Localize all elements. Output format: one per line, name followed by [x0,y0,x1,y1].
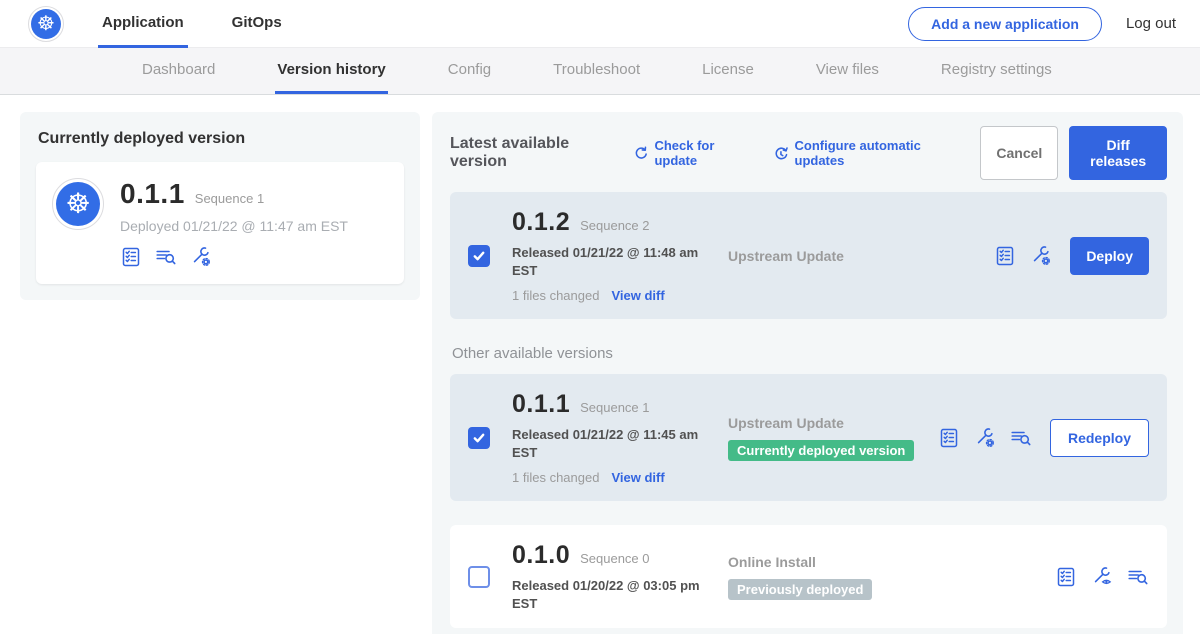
view-config-icon[interactable] [1091,566,1113,588]
version-number: 0.1.0 [512,541,570,570]
version-row-0-1-0: 0.1.0 Sequence 0 Released 01/20/22 @ 03:… [450,525,1167,628]
version-number: 0.1.2 [512,208,570,237]
deployed-sequence-label: Sequence 1 [195,191,264,206]
released-timestamp: Released 01/21/22 @ 11:48 am EST [512,244,704,279]
version-number: 0.1.1 [512,390,570,419]
edit-config-icon[interactable] [190,246,212,268]
version-info: 0.1.0 Sequence 0 Released 01/20/22 @ 03:… [512,541,724,612]
deploy-logs-icon[interactable] [1127,566,1149,588]
check-for-update-link[interactable]: Check for update [633,138,751,168]
latest-version-header: Latest available version Check for updat… [450,126,1167,180]
deployed-action-icons [120,246,348,268]
version-actions: Redeploy [938,419,1149,457]
source-label: Online Install [728,554,1055,570]
subnav-registry-settings[interactable]: Registry settings [939,48,1054,94]
add-application-button[interactable]: Add a new application [908,7,1102,41]
app-logo: ☸ [28,6,64,42]
released-timestamp: Released 01/20/22 @ 03:05 pm EST [512,577,704,612]
subnav-dashboard[interactable]: Dashboard [140,48,217,94]
version-actions: Deploy [994,237,1149,275]
files-changed-label: 1 files changed [512,470,599,485]
currently-deployed-badge: Currently deployed version [728,440,914,461]
tab-application[interactable]: Application [98,0,188,48]
top-nav: ☸ Application GitOps Add a new applicati… [0,0,1200,48]
version-checkbox[interactable] [468,566,490,588]
version-info: 0.1.1 Sequence 1 Released 01/21/22 @ 11:… [512,390,724,485]
deployed-timestamp: Deployed 01/21/22 @ 11:47 am EST [120,218,348,234]
refresh-icon [633,145,648,162]
subnav-troubleshoot[interactable]: Troubleshoot [551,48,642,94]
main-content: Currently deployed version ☸ 0.1.1 Seque… [0,95,1200,634]
released-timestamp: Released 01/21/22 @ 11:45 am EST [512,426,704,461]
row-spacer [450,501,1167,525]
latest-version-title: Latest available version [450,135,615,171]
deployed-card-title: Currently deployed version [38,130,404,148]
admin-console: ☸ Application GitOps Add a new applicati… [0,0,1200,634]
version-row-0-1-2: 0.1.2 Sequence 2 Released 01/21/22 @ 11:… [450,192,1167,319]
preflight-checks-icon[interactable] [120,246,142,268]
version-info: 0.1.2 Sequence 2 Released 01/21/22 @ 11:… [512,208,724,303]
checkmark-icon [472,249,486,263]
deploy-button[interactable]: Deploy [1070,237,1149,275]
view-diff-link[interactable]: View diff [611,288,664,303]
top-tabs: Application GitOps [98,0,326,48]
version-history-panel: Latest available version Check for updat… [432,112,1183,634]
tab-gitops[interactable]: GitOps [228,0,286,48]
previously-deployed-badge: Previously deployed [728,579,872,600]
deploy-logs-icon[interactable] [1010,427,1032,449]
version-row-0-1-1: 0.1.1 Sequence 1 Released 01/21/22 @ 11:… [450,374,1167,501]
configure-updates-label: Configure automatic updates [795,138,959,168]
logout-link[interactable]: Log out [1126,15,1176,32]
subnav-config[interactable]: Config [446,48,493,94]
deployed-version-number: 0.1.1 [120,178,185,210]
subnav-version-history[interactable]: Version history [275,48,387,94]
preflight-checks-icon[interactable] [994,245,1016,267]
preflight-checks-icon[interactable] [938,427,960,449]
other-versions-title: Other available versions [452,345,1167,362]
version-source: Online Install Previously deployed [724,554,1055,600]
configure-updates-link[interactable]: Configure automatic updates [773,138,958,168]
top-nav-right: Add a new application Log out [908,7,1176,41]
check-for-update-label: Check for update [654,138,751,168]
sequence-label: Sequence 2 [580,218,649,233]
app-logo: ☸ [52,178,104,230]
header-actions: Cancel Diff releases [980,126,1167,180]
view-diff-link[interactable]: View diff [611,470,664,485]
auto-update-clock-icon [773,145,788,162]
redeploy-button[interactable]: Redeploy [1050,419,1149,457]
deployed-version-info: 0.1.1 Sequence 1 Deployed 01/21/22 @ 11:… [120,178,348,268]
subnav-view-files[interactable]: View files [814,48,881,94]
deploy-logs-icon[interactable] [155,246,177,268]
sequence-label: Sequence 0 [580,551,649,566]
preflight-checks-icon[interactable] [1055,566,1077,588]
source-label: Upstream Update [728,415,938,431]
edit-config-icon[interactable] [1030,245,1052,267]
kubernetes-logo-icon: ☸ [56,182,100,226]
source-label: Upstream Update [728,248,994,264]
currently-deployed-card: Currently deployed version ☸ 0.1.1 Seque… [20,112,420,300]
version-actions [1055,566,1149,588]
version-source: Upstream Update Currently deployed versi… [724,415,938,461]
diff-releases-button[interactable]: Diff releases [1069,126,1167,180]
deployed-version-card: ☸ 0.1.1 Sequence 1 Deployed 01/21/22 @ 1… [36,162,404,284]
subnav-license[interactable]: License [700,48,756,94]
app-subnav: Dashboard Version history Config Trouble… [0,48,1200,95]
version-checkbox[interactable] [468,427,490,449]
cancel-button[interactable]: Cancel [980,126,1058,180]
sequence-label: Sequence 1 [580,400,649,415]
kubernetes-logo-icon: ☸ [31,9,61,39]
version-checkbox[interactable] [468,245,490,267]
files-changed-label: 1 files changed [512,288,599,303]
edit-config-icon[interactable] [974,427,996,449]
checkmark-icon [472,431,486,445]
version-source: Upstream Update [724,248,994,264]
